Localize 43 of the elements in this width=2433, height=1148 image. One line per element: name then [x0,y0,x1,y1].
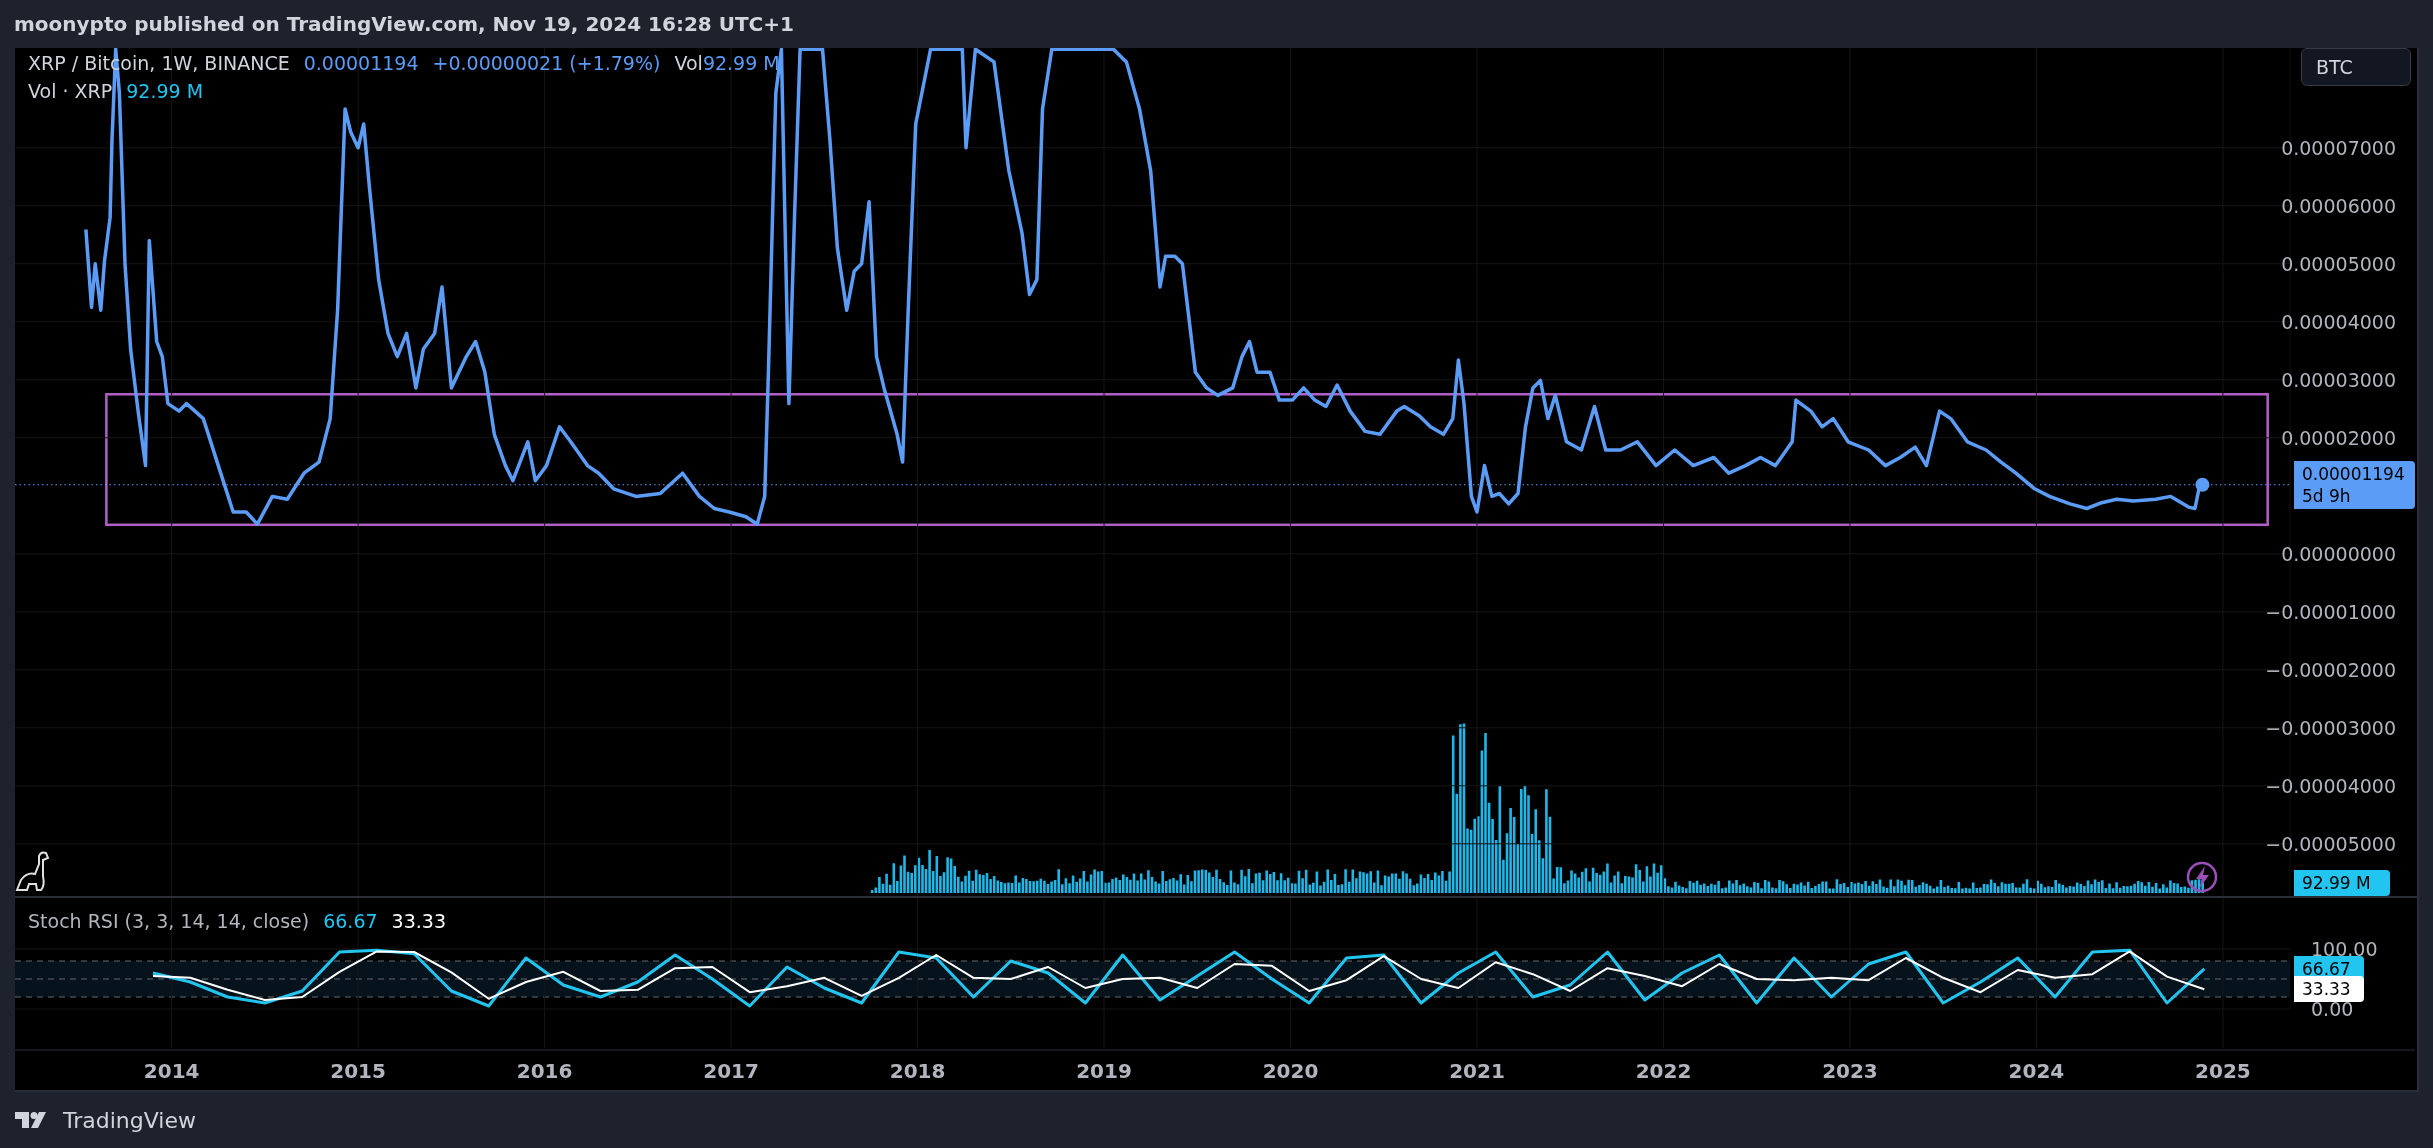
time-label: 2018 [889,1059,946,1083]
stoch-rsi-title: Stoch RSI (3, 3, 14, 14, close) [28,910,310,932]
price-badge-value: 0.00001194 [2302,462,2406,485]
stoch-d-value: 33.33 [391,910,446,932]
currency-button[interactable]: BTC [2301,48,2411,86]
axis-label: −0.00001000 [2265,600,2396,623]
axis-label: 0.00004000 [2281,310,2396,333]
time-label: 2025 [2195,1059,2251,1083]
dinosaur-icon [16,851,49,891]
stoch-d-badge: 33.33 [2294,976,2364,1002]
time-label: 2019 [1076,1059,1132,1083]
axis-label: 0.00007000 [2281,136,2396,159]
axis-label: −0.00003000 [2265,716,2396,739]
axis-label: 0.00006000 [2281,194,2396,217]
last-price: 0.00001194 [303,52,419,74]
time-label: 2022 [1635,1059,1692,1083]
time-label: 2017 [703,1059,759,1083]
time-label: 2023 [1822,1059,1878,1083]
axis-label: 0.00002000 [2281,426,2396,449]
time-label: 2015 [330,1059,386,1083]
stoch-k-value: 66.67 [323,910,378,932]
time-label: 2021 [1449,1059,1505,1083]
volume-label: Vol [674,52,703,74]
publisher-line: moonypto published on TradingView.com, Nov 19, 2024 16:28 UTC+1 [14,12,794,36]
time-label: 2014 [143,1059,200,1083]
lightning-icon [2186,861,2218,893]
brand-name: TradingView [63,1107,196,1133]
time-label: 2020 [1262,1059,1319,1083]
axis-label: 0.00000000 [2281,542,2396,565]
time-label: 2024 [2008,1059,2065,1083]
volume-value: 92.99 M [702,52,780,74]
axis-label: 0.00003000 [2281,368,2396,391]
volume-indicator-value: 92.99 M [126,80,204,102]
axis-label: −0.00004000 [2265,774,2396,797]
axis-label: 0.00005000 [2281,252,2396,275]
countdown: 5d 9h [2302,484,2352,507]
axis-label: −0.00002000 [2265,658,2396,681]
price-change: +0.00000021 (+1.79%) [432,52,661,74]
last-price-dot [2195,477,2210,492]
volume-indicator-title: Vol · XRP [28,80,113,102]
volume-badge: 92.99 M [2294,870,2390,896]
time-label: 2016 [516,1059,573,1083]
axis-label: −0.00005000 [2265,832,2396,855]
